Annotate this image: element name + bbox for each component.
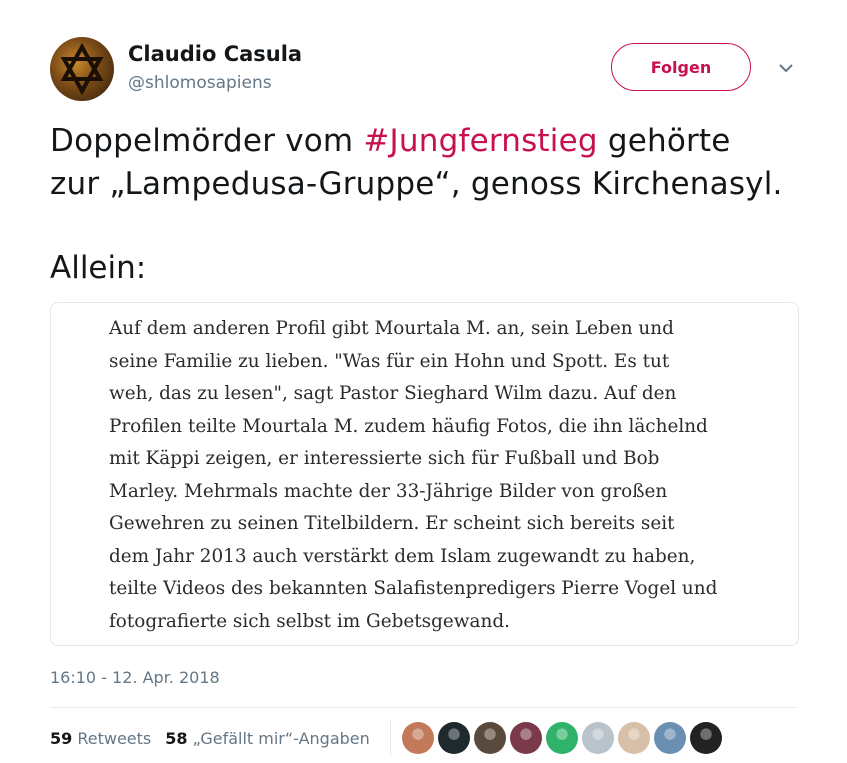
stats-divider [390,720,391,756]
tweet-timestamp[interactable]: 16:10 - 12. Apr. 2018 [50,668,220,687]
follow-button[interactable]: Folgen [611,43,751,91]
quote-line: Auf dem anderen Profil gibt Mourtala M. … [109,318,674,339]
tweet-text: Doppelmörder vom #Jungfernstieg gehörte … [50,120,820,206]
divider [50,707,797,708]
avatar-default-egg[interactable] [582,722,614,754]
quote-line: teilte Videos des bekannten Salafistenpr… [109,578,718,599]
chevron-down-icon[interactable] [776,58,796,78]
likes-stat[interactable]: 58 „Gefällt mir“-Angaben [165,729,370,748]
quote-line: Profilen teilte Mourtala M. zudem häufig… [109,415,708,437]
likes-count: 58 [165,729,188,748]
tweet-line-3: Allein: [50,250,147,286]
quote-line: mit Käppi zeigen, er interessierte sich … [109,448,660,469]
tweet-text-segment: gehörte [597,123,731,159]
quoted-image[interactable]: Auf dem anderen Profil gibt Mourtala M. … [50,302,799,646]
tweet-line-2: zur „Lampedusa-Gruppe“, genoss Kirchenas… [50,166,783,202]
author-name[interactable]: Claudio Casula [128,42,302,66]
avatar-man-glasses[interactable] [402,722,434,754]
quote-line: dem Jahr 2013 auch verstärkt dem Islam z… [109,545,696,567]
quote-line: seine Familie zu lieben. "Was für ein Ho… [109,350,670,372]
avatar-couple[interactable] [510,722,542,754]
retweets-label: Retweets [77,729,152,748]
likes-label: „Gefällt mir“-Angaben [192,729,370,748]
tweet-text-segment: Doppelmörder vom [50,123,364,159]
hashtag-link[interactable]: #Jungfernstieg [363,123,597,159]
retweets-count: 59 [50,729,73,748]
avatar-dark-silhouette[interactable] [690,722,722,754]
avatar-man-blue[interactable] [654,722,686,754]
author-avatar[interactable] [50,37,114,101]
author-handle[interactable]: @shlomosapiens [128,73,272,93]
avatar-man-beige[interactable] [618,722,650,754]
tweet-line-1: Doppelmörder vom #Jungfernstieg gehörte [50,120,820,163]
quote-line: weh, das zu lesen", sagt Pastor Sieghard… [109,383,677,404]
retweets-stat[interactable]: 59 Retweets [50,729,151,748]
tweet-stats: 59 Retweets 58 „Gefällt mir“-Angaben [50,729,370,748]
quote-line: Marley. Mehrmals machte der 33-Jährige B… [109,480,668,502]
quoted-text: Auf dem anderen Profil gibt Mourtala M. … [109,313,769,638]
quote-line: Gewehren zu seinen Titelbildern. Er sche… [109,513,675,534]
avatar-dark-bird[interactable] [438,722,470,754]
star-of-david-icon [60,42,104,96]
avatar-green-circle[interactable] [546,722,578,754]
avatar-man-dark[interactable] [474,722,506,754]
quote-line: fotografierte sich selbst im Gebetsgewan… [109,610,510,632]
